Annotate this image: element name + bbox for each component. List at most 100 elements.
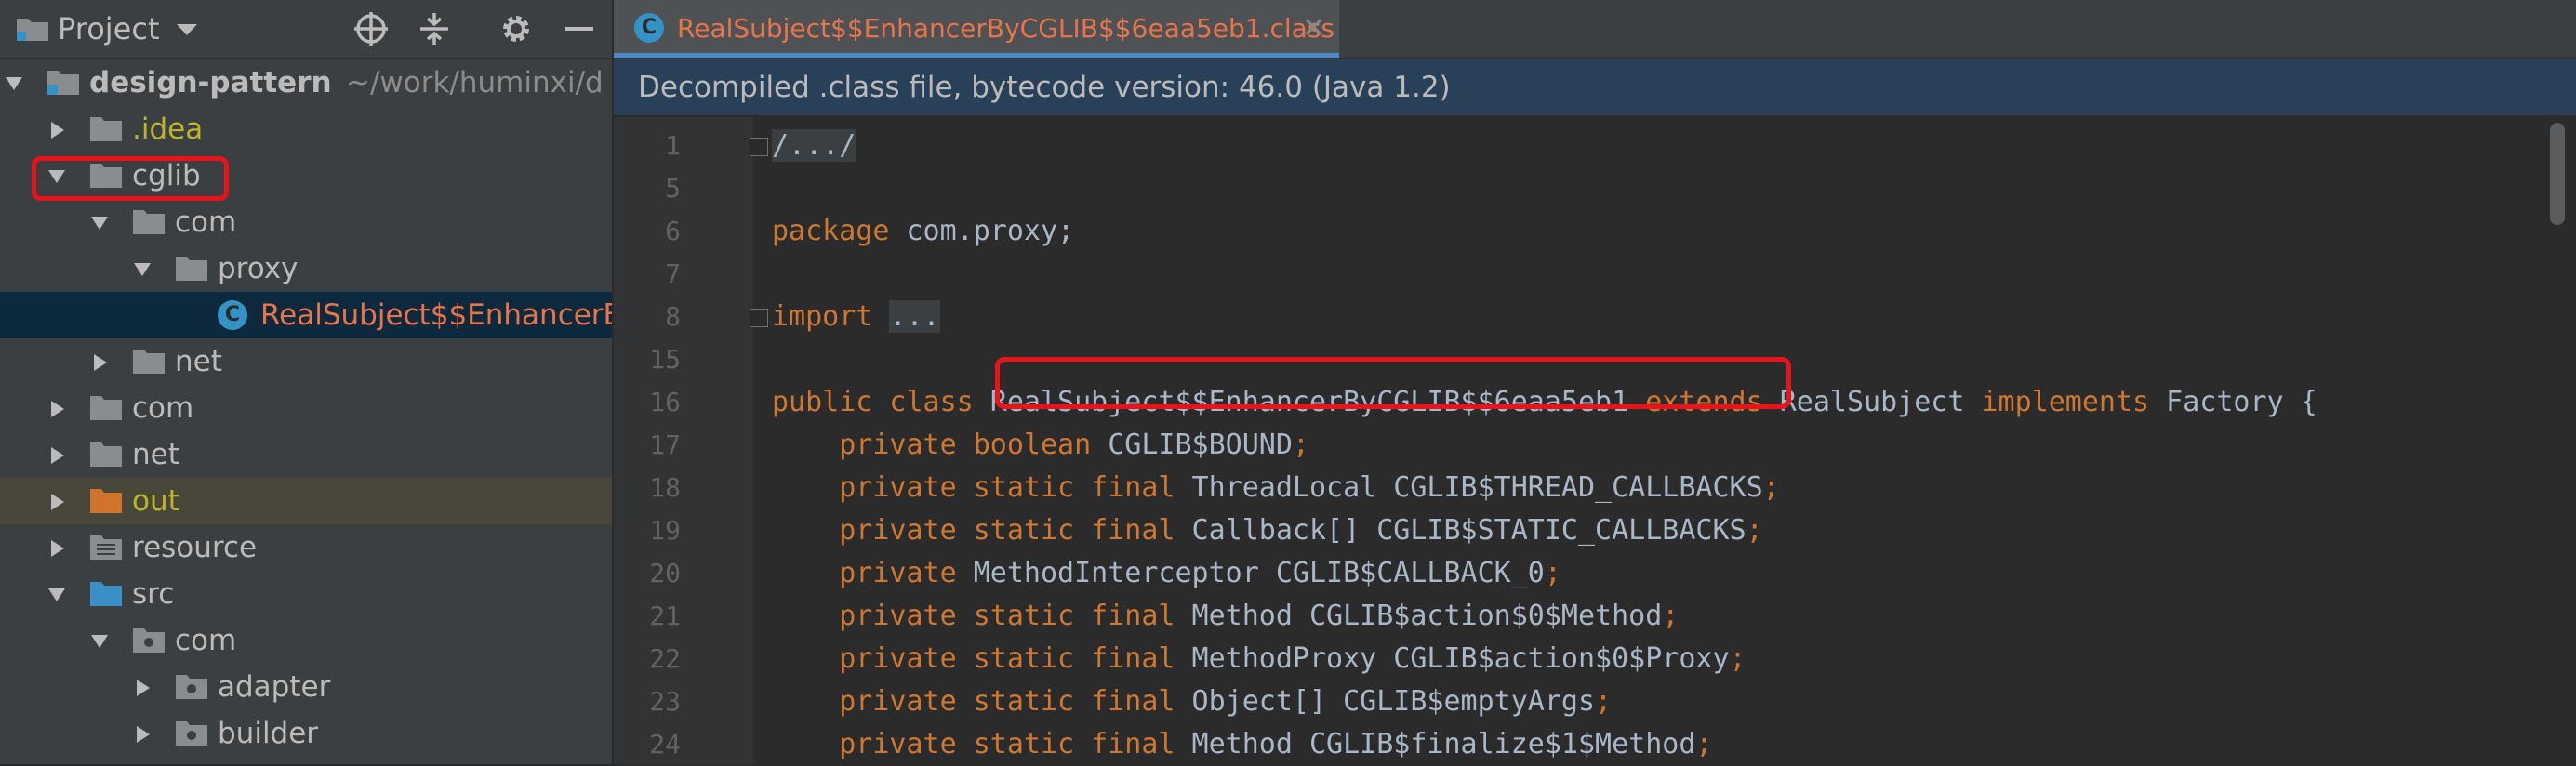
code-line[interactable]: private static final Method CGLIB$finali… xyxy=(772,723,1712,766)
code-identifier: MethodInterceptor CGLIB$CALLBACK_0 xyxy=(956,557,1545,589)
collapsed-arrow-icon[interactable] xyxy=(132,678,153,698)
code-keyword: ; xyxy=(1544,557,1561,589)
code-identifier: Callback[] CGLIB$STATIC_CALLBACKS xyxy=(1175,514,1746,547)
code-keyword: ; xyxy=(1662,600,1680,632)
vertical-scrollbar[interactable] xyxy=(2550,123,2565,225)
collapsed-arrow-icon[interactable] xyxy=(46,445,67,466)
folder-icon xyxy=(133,210,165,234)
code-line[interactable]: private static final Callback[] CGLIB$ST… xyxy=(772,509,1763,552)
code-keyword: ; xyxy=(1292,429,1309,461)
tree-item-label: proxy xyxy=(218,252,299,285)
folded-region[interactable]: ... xyxy=(889,300,940,333)
tree-item-label: adapter xyxy=(218,670,331,704)
folder-icon xyxy=(90,117,122,141)
collapsed-arrow-icon[interactable] xyxy=(46,492,67,512)
tree-item[interactable]: out xyxy=(0,478,612,524)
code-identifier: MethodProxy CGLIB$action$0$Proxy xyxy=(1175,642,1730,675)
code-keyword: ; xyxy=(1729,642,1746,675)
line-number: 1 xyxy=(665,130,681,161)
tree-item[interactable]: .idea xyxy=(0,106,612,152)
gear-icon[interactable] xyxy=(497,9,536,48)
tab-label: RealSubject$$EnhancerByCGLIB$$6eaa5eb1.c… xyxy=(677,13,1334,44)
line-number: 18 xyxy=(649,472,681,503)
dropdown-icon[interactable] xyxy=(167,9,206,48)
code-line[interactable]: private MethodInterceptor CGLIB$CALLBACK… xyxy=(772,552,1561,595)
code-identifier: CGLIB$BOUND xyxy=(1091,429,1293,461)
expanded-arrow-icon[interactable] xyxy=(89,631,110,652)
code-keyword: private static final xyxy=(772,642,1175,675)
collapsed-arrow-icon[interactable] xyxy=(89,352,110,373)
tree-item-label: resource xyxy=(132,531,258,564)
line-number-gutter: 1 5 6 7 8 15 16 17 18 19 20 21 22 23 24 xyxy=(614,117,753,764)
tree-item-label: builder xyxy=(218,717,319,750)
folded-region[interactable]: /.../ xyxy=(772,129,856,162)
project-folder-icon[interactable] xyxy=(13,9,52,48)
code-keyword: implements xyxy=(1981,386,2150,418)
tab-close-icon[interactable]: ✕ xyxy=(1302,9,1325,48)
code-identifier xyxy=(872,300,889,333)
tree-item-label: net xyxy=(175,345,222,378)
expanded-arrow-icon[interactable] xyxy=(46,585,67,605)
tree-item[interactable]: src xyxy=(0,571,612,617)
code-keyword: private xyxy=(772,557,957,589)
code-keyword: import xyxy=(772,300,873,333)
module-folder-icon xyxy=(47,71,79,95)
code-area[interactable]: 1 5 6 7 8 15 16 17 18 19 20 21 22 23 24 /.../package c… xyxy=(614,117,2576,764)
collapse-all-icon[interactable] xyxy=(415,9,454,48)
package-icon xyxy=(176,721,207,746)
code-line[interactable]: package com.proxy; xyxy=(772,210,1074,253)
code-keyword: ; xyxy=(1746,514,1763,547)
line-number: 15 xyxy=(649,344,681,375)
tree-item-class-file[interactable]: C RealSubject$$EnhancerB xyxy=(0,292,612,338)
module-path: ~/work/huminxi/d xyxy=(346,66,604,99)
code-line[interactable]: /.../ xyxy=(772,125,856,167)
tree-item[interactable]: com xyxy=(0,199,612,245)
code-keyword: package xyxy=(772,215,890,247)
tree-item[interactable]: resource xyxy=(0,524,612,571)
panel-title[interactable]: Project xyxy=(58,9,159,48)
code-line[interactable]: private static final Object[] CGLIB$empt… xyxy=(772,680,1612,723)
hide-minus-icon[interactable] xyxy=(560,9,599,48)
code-identifier: Method CGLIB$action$0$Method xyxy=(1175,600,1663,632)
expanded-arrow-icon[interactable] xyxy=(89,213,110,233)
expanded-arrow-icon[interactable] xyxy=(4,73,24,94)
code-line[interactable]: private static final ThreadLocal CGLIB$T… xyxy=(772,467,1779,509)
tree-item[interactable]: com xyxy=(0,385,612,431)
collapsed-arrow-icon[interactable] xyxy=(46,399,67,419)
editor-tab[interactable]: C RealSubject$$EnhancerByCGLIB$$6eaa5eb1… xyxy=(614,0,1339,58)
collapsed-arrow-icon[interactable] xyxy=(46,538,67,559)
folder-icon xyxy=(90,582,122,606)
line-number: 6 xyxy=(665,216,681,246)
tree-item-label: com xyxy=(175,624,237,657)
fold-toggle-icon[interactable] xyxy=(750,309,768,327)
code-identifier: ThreadLocal CGLIB$THREAD_CALLBACKS xyxy=(1175,471,1763,504)
tree-item-label: net xyxy=(132,438,179,471)
folder-icon xyxy=(90,442,122,467)
folder-icon xyxy=(133,350,165,374)
tree-item[interactable]: net xyxy=(0,338,612,385)
tree-item-label: src xyxy=(132,577,175,611)
line-number: 21 xyxy=(649,601,681,631)
editor: C RealSubject$$EnhancerByCGLIB$$6eaa5eb1… xyxy=(614,0,2576,764)
tree-item[interactable]: proxy xyxy=(0,245,612,292)
line-number: 23 xyxy=(649,686,681,717)
tree-item[interactable]: adapter xyxy=(0,664,612,710)
code-line[interactable]: private static final MethodProxy CGLIB$a… xyxy=(772,638,1746,680)
collapsed-arrow-icon[interactable] xyxy=(132,724,153,745)
collapsed-arrow-icon[interactable] xyxy=(46,120,67,140)
code-line[interactable]: private boolean CGLIB$BOUND; xyxy=(772,424,1309,467)
code-line[interactable]: private static final Method CGLIB$action… xyxy=(772,595,1679,638)
code-keyword: private static final xyxy=(772,471,1175,504)
package-icon xyxy=(176,675,207,699)
tree-item[interactable]: com xyxy=(0,617,612,664)
tree-item[interactable]: design-pattern ~/work/huminxi/d xyxy=(0,59,612,106)
code-line[interactable]: import ... xyxy=(772,296,940,338)
expanded-arrow-icon[interactable] xyxy=(132,259,153,280)
code-keyword: public class xyxy=(772,386,974,418)
highlight-box-class-declaration xyxy=(995,357,1791,409)
tree-item[interactable]: builder xyxy=(0,710,612,757)
locate-target-icon[interactable] xyxy=(352,9,391,48)
tree-item[interactable]: net xyxy=(0,431,612,478)
line-number: 19 xyxy=(649,515,681,546)
fold-toggle-icon[interactable] xyxy=(750,138,768,156)
